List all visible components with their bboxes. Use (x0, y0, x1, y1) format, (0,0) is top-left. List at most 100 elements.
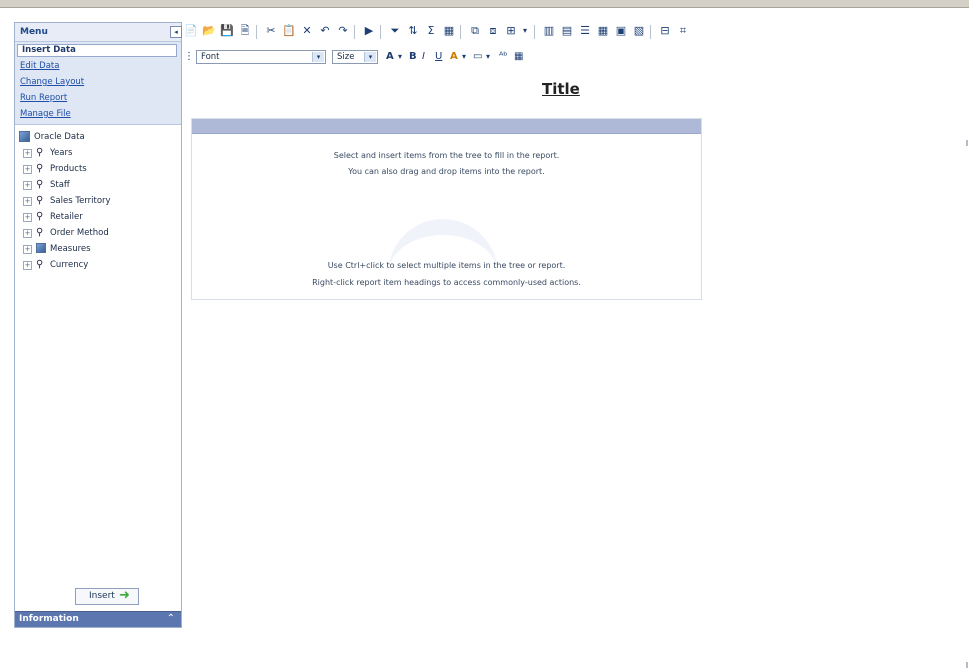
information-title: Information (19, 614, 79, 624)
bar-chart-icon[interactable]: ▥ (542, 24, 556, 38)
chevron-down-icon[interactable]: ▾ (462, 51, 466, 63)
layout-icon[interactable]: ▤ (560, 24, 574, 38)
information-bar[interactable]: Information ⌃ (15, 611, 181, 627)
sum-icon[interactable]: Σ (424, 24, 438, 38)
report-properties-icon[interactable]: ⌗ (676, 24, 690, 38)
measures-icon (36, 243, 46, 257)
toolbar-separator (354, 25, 355, 39)
paste-icon[interactable]: 📋 (282, 24, 296, 38)
delete-icon[interactable]: ✕ (300, 24, 314, 38)
toolbar-separator (256, 25, 257, 39)
page-icon[interactable]: ▣ (614, 24, 628, 38)
report-placeholder[interactable]: Select and insert items from the tree to… (191, 118, 702, 300)
expand-icon[interactable]: + (23, 261, 32, 270)
new-icon[interactable]: 📄 (184, 24, 198, 38)
menu-title: Menu (20, 27, 48, 37)
expand-icon[interactable]: + (23, 197, 32, 206)
tree-item-sales-territory[interactable]: + ⚲ Sales Territory (15, 195, 181, 209)
undo-icon[interactable]: ↶ (318, 24, 332, 38)
expand-icon[interactable]: + (23, 213, 32, 222)
scroll-marker-bottom (966, 662, 968, 668)
tree-item-years[interactable]: + ⚲ Years (15, 147, 181, 161)
table-icon[interactable]: ▦ (596, 24, 610, 38)
chevron-down-icon[interactable]: ▾ (364, 52, 376, 62)
tree-item-retailer[interactable]: + ⚲ Retailer (15, 211, 181, 225)
instruction-line-3: Use Ctrl+click to select multiple items … (327, 261, 566, 270)
chevron-down-icon[interactable]: ▾ (398, 51, 402, 63)
chart-icon[interactable]: ▦ (442, 24, 456, 38)
menu-item-edit-data[interactable]: Edit Data (20, 61, 59, 71)
tree-item-label: Currency (50, 260, 89, 270)
section-icon[interactable]: ▧ (632, 24, 646, 38)
run-icon[interactable]: ▶ (362, 24, 376, 38)
cut-icon[interactable]: ✂ (264, 24, 278, 38)
window-top-bar (0, 0, 969, 8)
expand-icon[interactable]: + (23, 181, 32, 190)
size-select-value: Size (337, 52, 355, 62)
underline-button[interactable]: U (435, 51, 442, 63)
expand-icon[interactable]: + (23, 165, 32, 174)
tree-item-currency[interactable]: + ⚲ Currency (15, 259, 181, 273)
database-icon (19, 131, 30, 146)
menu-item-manage-file[interactable]: Manage File (20, 109, 71, 119)
scroll-marker-top (966, 140, 968, 146)
toolbar-separator (650, 25, 651, 39)
hierarchy-icon: ⚲ (36, 147, 44, 158)
hierarchy-icon: ⚲ (36, 211, 44, 222)
report-title[interactable]: Title (542, 80, 580, 98)
expand-icon[interactable]: + (23, 245, 32, 254)
open-icon[interactable]: 📂 (202, 24, 216, 38)
chevron-down-icon[interactable]: ▾ (312, 52, 324, 62)
size-select[interactable]: Size ▾ (332, 50, 378, 64)
tree-item-staff[interactable]: + ⚲ Staff (15, 179, 181, 193)
drag-handle-icon: ⋮ (184, 51, 194, 62)
group-icon[interactable]: ⧉ (468, 24, 482, 38)
font-select[interactable]: Font ▾ (196, 50, 326, 64)
collapse-pane-button[interactable]: ◂ (170, 26, 182, 38)
bold-button[interactable]: B (409, 51, 417, 63)
highlight-color-icon[interactable]: A (450, 51, 458, 63)
tree-item-label: Years (50, 148, 73, 158)
expand-icon[interactable]: + (23, 149, 32, 158)
instruction-line-4: Right-click report item headings to acce… (312, 278, 581, 287)
toolbar-separator (380, 25, 381, 39)
insert-button-label: Insert (89, 591, 115, 601)
report-canvas: Title Select and insert items from the t… (184, 64, 969, 668)
filter-icon[interactable]: ⏷ (388, 24, 402, 38)
save-icon[interactable]: 💾 (220, 24, 234, 38)
tree-item-label: Measures (50, 244, 91, 254)
align-icon[interactable]: ☰ (578, 24, 592, 38)
chevron-down-icon[interactable]: ▾ (518, 24, 532, 38)
menu-item-change-layout[interactable]: Change Layout (20, 77, 84, 87)
insert-button[interactable]: Insert ➜ (75, 588, 139, 605)
menu-item-run-report[interactable]: Run Report (20, 93, 67, 103)
font-color-icon[interactable]: A (386, 51, 394, 63)
ungroup-icon[interactable]: ⧈ (486, 24, 500, 38)
italic-button[interactable]: I (422, 51, 425, 63)
instruction-line-2: You can also drag and drop items into th… (348, 167, 545, 176)
save-as-icon[interactable]: 🗎 (238, 24, 252, 38)
arrow-right-icon: ➜ (119, 588, 130, 603)
redo-icon[interactable]: ↷ (336, 24, 350, 38)
borders-icon[interactable]: ▭ (473, 51, 482, 63)
hierarchy-icon: ⚲ (36, 179, 44, 190)
report-placeholder-header (192, 119, 701, 134)
font-select-value: Font (201, 52, 220, 62)
toolbar-separator (534, 25, 535, 39)
menu-item-insert-data[interactable]: Insert Data (17, 44, 177, 57)
tree-root[interactable]: Oracle Data (15, 131, 181, 145)
tree-item-measures[interactable]: + Measures (15, 243, 181, 257)
grid-icon[interactable]: ⊟ (658, 24, 672, 38)
table-style-icon[interactable]: ▦ (514, 51, 523, 63)
hierarchy-icon: ⚲ (36, 259, 44, 270)
menu-panel: Insert Data Edit Data Change Layout Run … (15, 42, 181, 125)
sort-icon[interactable]: ⇅ (406, 24, 420, 38)
chevron-down-icon[interactable]: ▾ (486, 51, 490, 63)
tree-item-products[interactable]: + ⚲ Products (15, 163, 181, 177)
insert-icon[interactable]: ⊞ (504, 24, 518, 38)
spell-check-icon[interactable]: ᴬᵇ (499, 51, 508, 63)
tree-item-order-method[interactable]: + ⚲ Order Method (15, 227, 181, 241)
chevron-up-icon[interactable]: ⌃ (167, 613, 175, 624)
expand-icon[interactable]: + (23, 229, 32, 238)
tree-item-label: Products (50, 164, 87, 174)
